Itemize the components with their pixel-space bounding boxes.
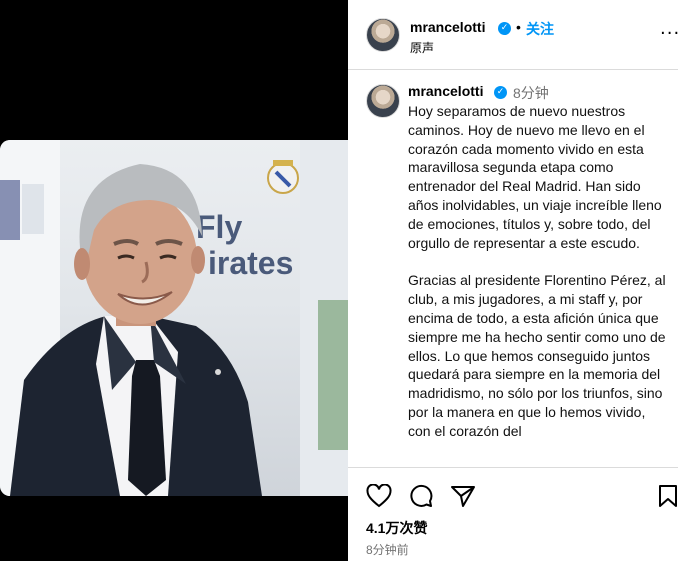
caption-paragraph: Gracias al presidente Florentino Pérez, … <box>408 272 666 439</box>
likes-count[interactable]: 4.1万次赞 <box>366 518 427 538</box>
caption-username[interactable]: mrancelotti <box>408 83 483 99</box>
heart-icon[interactable] <box>366 483 392 513</box>
author-avatar[interactable] <box>366 18 400 52</box>
caption-paragraph: Hoy separamos de nuevo nuestros caminos.… <box>408 103 662 251</box>
club-crest-icon <box>267 160 299 194</box>
author-username[interactable]: mrancelotti <box>410 19 485 35</box>
verified-badge-icon: ✓ <box>498 22 511 35</box>
actions-divider <box>348 467 678 468</box>
original-audio-link[interactable]: 原声 <box>410 39 434 56</box>
shirt-text-line2: irates <box>208 245 293 281</box>
post-media[interactable]: Fly irates <box>0 0 348 561</box>
post-side-panel: mrancelotti ✓ • 关注 原声 ... mrancelotti ✓ … <box>348 0 678 561</box>
post-timestamp: 8分钟前 <box>366 543 409 557</box>
caption-text: Hoy separamos de nuevo nuestros caminos.… <box>408 102 670 468</box>
follow-button[interactable]: 关注 <box>526 19 554 39</box>
comment-icon[interactable] <box>408 484 434 513</box>
post-photo: Fly irates <box>0 140 348 496</box>
header-divider <box>348 69 678 70</box>
share-icon[interactable] <box>450 484 476 513</box>
photo-illustration: Fly irates <box>0 140 348 496</box>
caption-avatar[interactable] <box>366 84 400 118</box>
caption-verified-badge-icon: ✓ <box>494 86 507 99</box>
caption-time: 8分钟 <box>513 85 549 101</box>
header-separator: • <box>516 19 521 35</box>
shirt-text-line1: Fly <box>196 209 242 245</box>
more-options-button[interactable]: ... <box>660 20 678 38</box>
bookmark-icon[interactable] <box>658 484 678 513</box>
